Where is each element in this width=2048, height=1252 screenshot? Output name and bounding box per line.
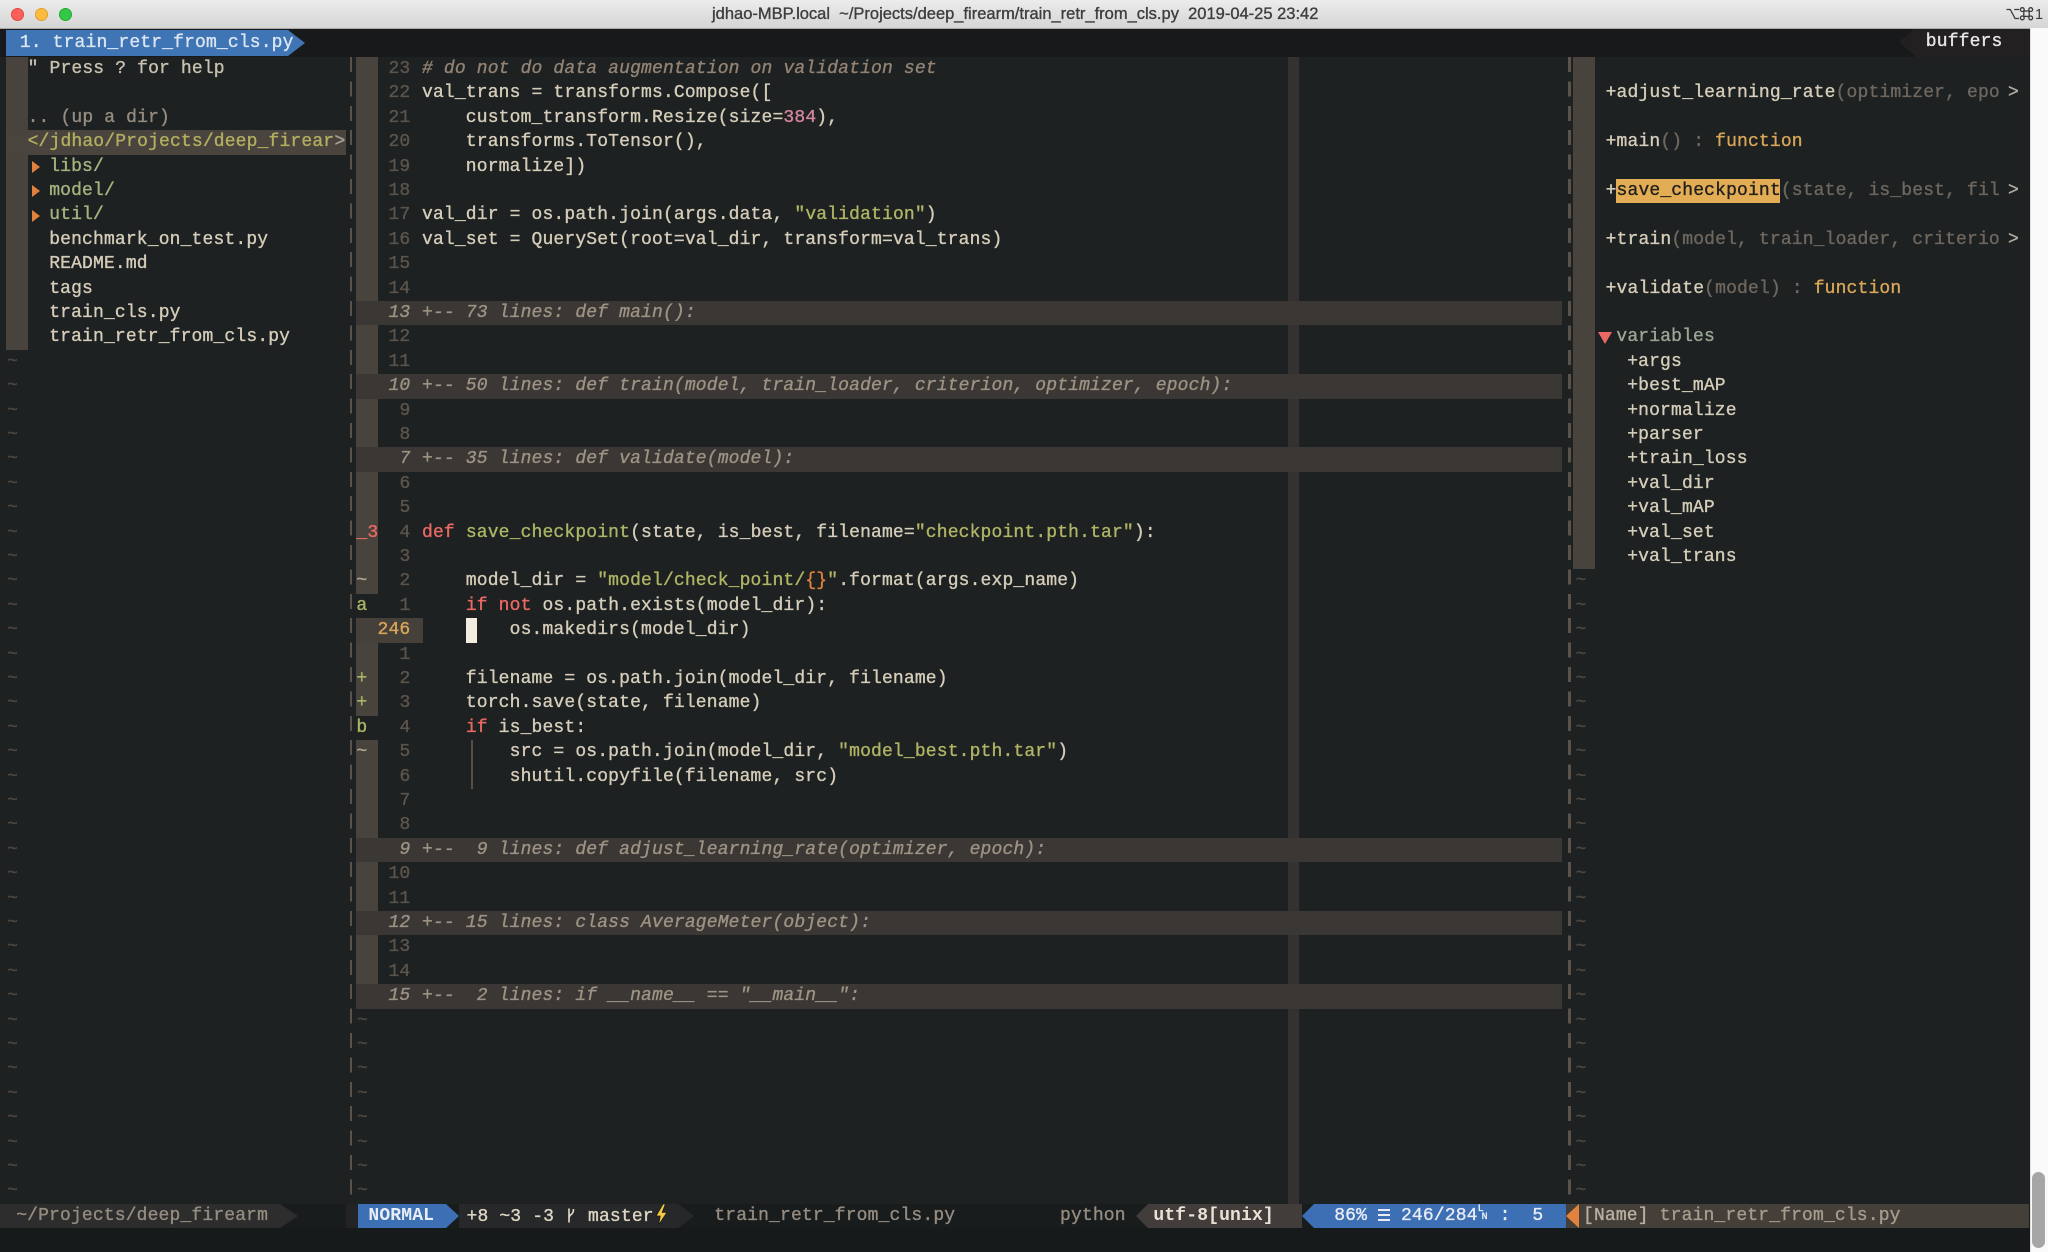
svg-text:1: 1 [2035,7,2043,21]
